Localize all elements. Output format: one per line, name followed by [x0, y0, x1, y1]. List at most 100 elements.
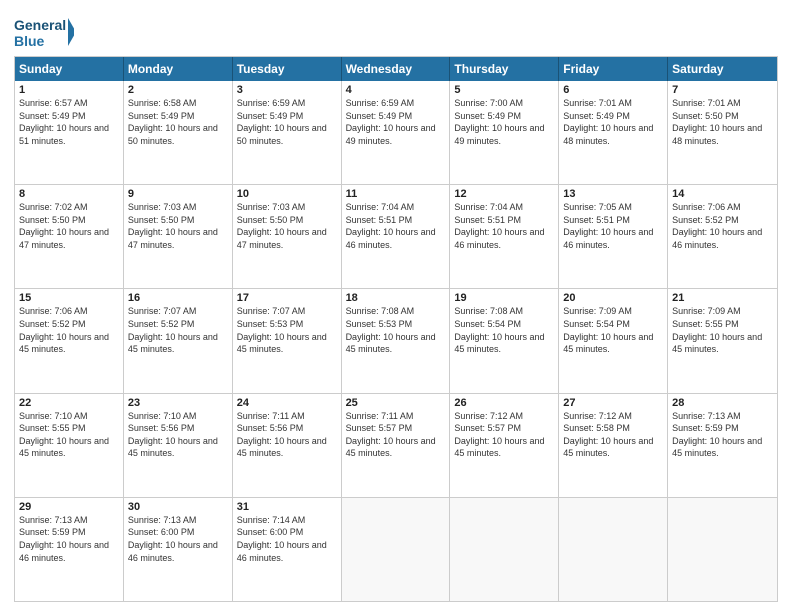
day-info: Sunrise: 7:13 AMSunset: 5:59 PMDaylight:…: [19, 514, 119, 564]
day-info: Sunrise: 7:11 AMSunset: 5:56 PMDaylight:…: [237, 410, 337, 460]
cal-cell-empty: [450, 498, 559, 601]
day-number: 8: [19, 188, 119, 200]
cal-header-monday: Monday: [124, 57, 233, 81]
day-number: 20: [563, 292, 663, 304]
cal-cell-day-8: 8Sunrise: 7:02 AMSunset: 5:50 PMDaylight…: [15, 185, 124, 288]
day-info: Sunrise: 7:01 AMSunset: 5:49 PMDaylight:…: [563, 97, 663, 147]
day-info: Sunrise: 7:13 AMSunset: 6:00 PMDaylight:…: [128, 514, 228, 564]
day-info: Sunrise: 7:03 AMSunset: 5:50 PMDaylight:…: [128, 201, 228, 251]
day-info: Sunrise: 7:09 AMSunset: 5:54 PMDaylight:…: [563, 305, 663, 355]
cal-cell-empty: [342, 498, 451, 601]
day-number: 19: [454, 292, 554, 304]
day-number: 17: [237, 292, 337, 304]
day-number: 14: [672, 188, 773, 200]
day-info: Sunrise: 7:06 AMSunset: 5:52 PMDaylight:…: [672, 201, 773, 251]
cal-header-saturday: Saturday: [668, 57, 777, 81]
day-info: Sunrise: 6:59 AMSunset: 5:49 PMDaylight:…: [237, 97, 337, 147]
cal-cell-day-25: 25Sunrise: 7:11 AMSunset: 5:57 PMDayligh…: [342, 394, 451, 497]
day-info: Sunrise: 6:57 AMSunset: 5:49 PMDaylight:…: [19, 97, 119, 147]
day-info: Sunrise: 7:10 AMSunset: 5:56 PMDaylight:…: [128, 410, 228, 460]
day-number: 7: [672, 84, 773, 96]
day-info: Sunrise: 7:04 AMSunset: 5:51 PMDaylight:…: [454, 201, 554, 251]
day-number: 25: [346, 397, 446, 409]
cal-cell-day-20: 20Sunrise: 7:09 AMSunset: 5:54 PMDayligh…: [559, 289, 668, 392]
header: General Blue: [14, 10, 778, 50]
day-info: Sunrise: 7:12 AMSunset: 5:57 PMDaylight:…: [454, 410, 554, 460]
logo: General Blue: [14, 14, 74, 50]
day-info: Sunrise: 7:11 AMSunset: 5:57 PMDaylight:…: [346, 410, 446, 460]
cal-cell-day-13: 13Sunrise: 7:05 AMSunset: 5:51 PMDayligh…: [559, 185, 668, 288]
day-info: Sunrise: 7:06 AMSunset: 5:52 PMDaylight:…: [19, 305, 119, 355]
day-number: 1: [19, 84, 119, 96]
cal-cell-day-26: 26Sunrise: 7:12 AMSunset: 5:57 PMDayligh…: [450, 394, 559, 497]
cal-cell-day-21: 21Sunrise: 7:09 AMSunset: 5:55 PMDayligh…: [668, 289, 777, 392]
cal-week-2: 8Sunrise: 7:02 AMSunset: 5:50 PMDaylight…: [15, 185, 777, 289]
day-info: Sunrise: 7:07 AMSunset: 5:53 PMDaylight:…: [237, 305, 337, 355]
cal-header-friday: Friday: [559, 57, 668, 81]
cal-week-4: 22Sunrise: 7:10 AMSunset: 5:55 PMDayligh…: [15, 394, 777, 498]
cal-cell-day-24: 24Sunrise: 7:11 AMSunset: 5:56 PMDayligh…: [233, 394, 342, 497]
day-info: Sunrise: 7:02 AMSunset: 5:50 PMDaylight:…: [19, 201, 119, 251]
cal-cell-day-28: 28Sunrise: 7:13 AMSunset: 5:59 PMDayligh…: [668, 394, 777, 497]
day-info: Sunrise: 6:58 AMSunset: 5:49 PMDaylight:…: [128, 97, 228, 147]
day-info: Sunrise: 7:09 AMSunset: 5:55 PMDaylight:…: [672, 305, 773, 355]
cal-cell-day-15: 15Sunrise: 7:06 AMSunset: 5:52 PMDayligh…: [15, 289, 124, 392]
day-number: 2: [128, 84, 228, 96]
day-info: Sunrise: 6:59 AMSunset: 5:49 PMDaylight:…: [346, 97, 446, 147]
day-number: 10: [237, 188, 337, 200]
cal-week-1: 1Sunrise: 6:57 AMSunset: 5:49 PMDaylight…: [15, 81, 777, 185]
day-info: Sunrise: 7:13 AMSunset: 5:59 PMDaylight:…: [672, 410, 773, 460]
day-info: Sunrise: 7:08 AMSunset: 5:53 PMDaylight:…: [346, 305, 446, 355]
day-number: 24: [237, 397, 337, 409]
day-number: 11: [346, 188, 446, 200]
day-info: Sunrise: 7:12 AMSunset: 5:58 PMDaylight:…: [563, 410, 663, 460]
calendar-body: 1Sunrise: 6:57 AMSunset: 5:49 PMDaylight…: [15, 81, 777, 601]
cal-cell-day-14: 14Sunrise: 7:06 AMSunset: 5:52 PMDayligh…: [668, 185, 777, 288]
cal-week-5: 29Sunrise: 7:13 AMSunset: 5:59 PMDayligh…: [15, 498, 777, 601]
svg-text:Blue: Blue: [14, 33, 45, 49]
cal-cell-day-3: 3Sunrise: 6:59 AMSunset: 5:49 PMDaylight…: [233, 81, 342, 184]
day-number: 23: [128, 397, 228, 409]
day-number: 6: [563, 84, 663, 96]
day-info: Sunrise: 7:10 AMSunset: 5:55 PMDaylight:…: [19, 410, 119, 460]
calendar-header-row: SundayMondayTuesdayWednesdayThursdayFrid…: [15, 57, 777, 81]
day-number: 16: [128, 292, 228, 304]
day-info: Sunrise: 7:14 AMSunset: 6:00 PMDaylight:…: [237, 514, 337, 564]
day-info: Sunrise: 7:07 AMSunset: 5:52 PMDaylight:…: [128, 305, 228, 355]
cal-cell-day-7: 7Sunrise: 7:01 AMSunset: 5:50 PMDaylight…: [668, 81, 777, 184]
day-number: 13: [563, 188, 663, 200]
cal-cell-day-4: 4Sunrise: 6:59 AMSunset: 5:49 PMDaylight…: [342, 81, 451, 184]
cal-cell-empty: [559, 498, 668, 601]
day-number: 28: [672, 397, 773, 409]
cal-cell-day-5: 5Sunrise: 7:00 AMSunset: 5:49 PMDaylight…: [450, 81, 559, 184]
cal-header-thursday: Thursday: [450, 57, 559, 81]
day-info: Sunrise: 7:05 AMSunset: 5:51 PMDaylight:…: [563, 201, 663, 251]
cal-cell-day-1: 1Sunrise: 6:57 AMSunset: 5:49 PMDaylight…: [15, 81, 124, 184]
cal-cell-day-23: 23Sunrise: 7:10 AMSunset: 5:56 PMDayligh…: [124, 394, 233, 497]
cal-cell-day-31: 31Sunrise: 7:14 AMSunset: 6:00 PMDayligh…: [233, 498, 342, 601]
page-container: General Blue SundayMondayTuesdayWednesda…: [0, 0, 792, 612]
day-info: Sunrise: 7:00 AMSunset: 5:49 PMDaylight:…: [454, 97, 554, 147]
cal-cell-day-22: 22Sunrise: 7:10 AMSunset: 5:55 PMDayligh…: [15, 394, 124, 497]
cal-cell-day-12: 12Sunrise: 7:04 AMSunset: 5:51 PMDayligh…: [450, 185, 559, 288]
cal-cell-day-16: 16Sunrise: 7:07 AMSunset: 5:52 PMDayligh…: [124, 289, 233, 392]
cal-cell-day-10: 10Sunrise: 7:03 AMSunset: 5:50 PMDayligh…: [233, 185, 342, 288]
day-number: 5: [454, 84, 554, 96]
logo-svg: General Blue: [14, 14, 74, 50]
day-number: 21: [672, 292, 773, 304]
cal-cell-day-9: 9Sunrise: 7:03 AMSunset: 5:50 PMDaylight…: [124, 185, 233, 288]
cal-cell-day-11: 11Sunrise: 7:04 AMSunset: 5:51 PMDayligh…: [342, 185, 451, 288]
calendar: SundayMondayTuesdayWednesdayThursdayFrid…: [14, 56, 778, 602]
cal-cell-day-30: 30Sunrise: 7:13 AMSunset: 6:00 PMDayligh…: [124, 498, 233, 601]
day-number: 22: [19, 397, 119, 409]
cal-week-3: 15Sunrise: 7:06 AMSunset: 5:52 PMDayligh…: [15, 289, 777, 393]
day-number: 12: [454, 188, 554, 200]
day-number: 18: [346, 292, 446, 304]
day-number: 30: [128, 501, 228, 513]
day-number: 27: [563, 397, 663, 409]
day-info: Sunrise: 7:03 AMSunset: 5:50 PMDaylight:…: [237, 201, 337, 251]
cal-cell-day-27: 27Sunrise: 7:12 AMSunset: 5:58 PMDayligh…: [559, 394, 668, 497]
cal-cell-day-29: 29Sunrise: 7:13 AMSunset: 5:59 PMDayligh…: [15, 498, 124, 601]
cal-cell-day-19: 19Sunrise: 7:08 AMSunset: 5:54 PMDayligh…: [450, 289, 559, 392]
cal-header-tuesday: Tuesday: [233, 57, 342, 81]
